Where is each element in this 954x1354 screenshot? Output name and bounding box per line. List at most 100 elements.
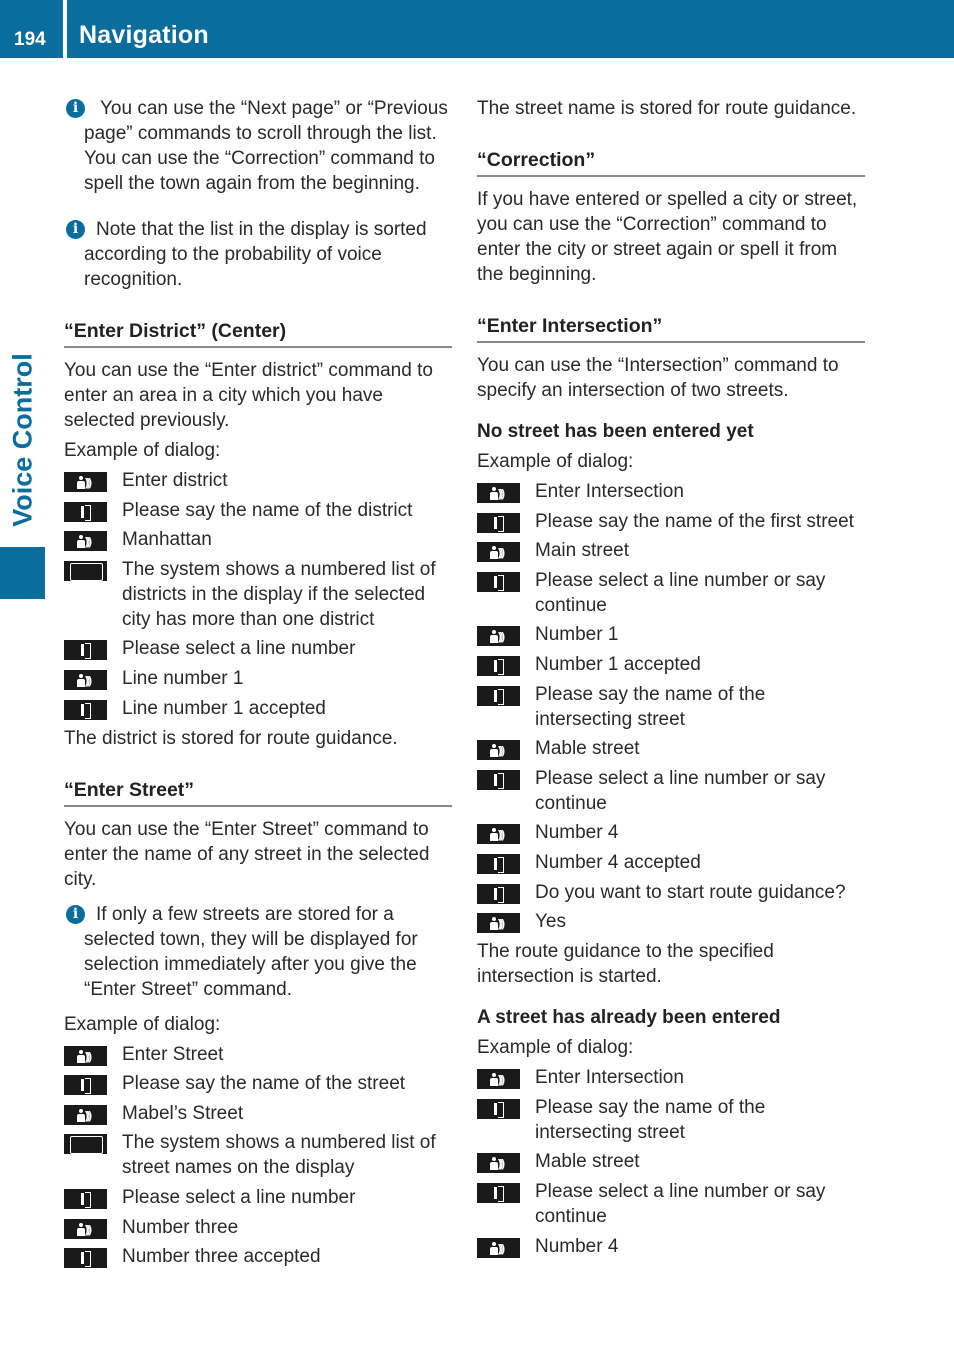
display-icon [64, 560, 107, 581]
voice-command-icon [64, 1218, 107, 1243]
voice-command-icon [477, 912, 520, 937]
paragraph: The street name is stored for route guid… [477, 98, 857, 119]
dialog-line: Number 1 [477, 622, 865, 650]
paragraph: You can use the “Enter district” command… [64, 360, 433, 431]
dialog-text: Main street [535, 540, 629, 562]
speaker-icon [477, 512, 520, 533]
side-tab-label: Voice Control [7, 353, 37, 527]
paragraph: You can use the “Enter Street” command t… [64, 818, 430, 890]
dialog-line: Mabel’s Street [64, 1101, 452, 1129]
dialog-text: Mable street [535, 738, 640, 760]
section-heading-enter-district: “Enter District” (Center) [64, 319, 452, 348]
voice-command-icon [477, 1237, 520, 1262]
speaker-icon [477, 685, 520, 706]
dialog-text: Line number 1 [122, 667, 244, 689]
paragraph: The district is stored for route guidanc… [64, 727, 398, 749]
dialog-text: Please select a line number or say conti… [535, 1180, 826, 1227]
dialog-text: Please select a line number [122, 1186, 356, 1208]
dialog-line: Number 4 [477, 1234, 865, 1262]
dialog-line: Line number 1 [64, 666, 452, 694]
paragraph: The route guidance to the specified inte… [477, 941, 774, 988]
voice-command-icon [477, 1068, 520, 1093]
dialog-text: Number 4 [535, 1235, 619, 1257]
dialog-line: Please say the name of the intersecting … [477, 1095, 865, 1145]
voice-command-icon [477, 823, 520, 848]
voice-command-icon [477, 625, 520, 650]
dialog-line: Yes [477, 909, 865, 937]
dialog-line: Do you want to start route guidance? [477, 880, 865, 905]
info-icon: i [66, 220, 85, 239]
dialog-text: Please say the name of the intersecting … [535, 683, 766, 730]
dialog-line: The system shows a numbered list of stre… [64, 1130, 452, 1180]
dialog-line: Number 4 [477, 820, 865, 848]
dialog-text: Number 1 [535, 624, 619, 646]
info-note: i Note that the list in the display is s… [64, 217, 452, 292]
dialog-text: Please select a line number [122, 638, 356, 660]
subheading: No street has been entered yet [477, 421, 754, 442]
dialog-text: Mabel’s Street [122, 1102, 244, 1124]
section-heading-enter-intersection: “Enter Intersection” [477, 314, 865, 343]
voice-command-icon [477, 1152, 520, 1177]
dialog-line: Please select a line number or say conti… [477, 766, 865, 816]
info-note: i You can use the “Next page” or “Previo… [64, 96, 452, 196]
dialog-line: Please say the name of the street [64, 1071, 452, 1096]
dialog-text: Do you want to start route guidance? [535, 881, 846, 903]
dialog-line: Manhattan [64, 527, 452, 555]
voice-command-icon [64, 471, 107, 496]
page-header: 194 Navigation [0, 0, 954, 58]
side-tab: Voice Control [0, 340, 45, 540]
dialog-line: Please select a line number or say conti… [477, 1179, 865, 1229]
dialog-text: Manhattan [122, 529, 212, 551]
right-column: The street name is stored for route guid… [477, 96, 865, 1263]
voice-command-icon [64, 1045, 107, 1070]
dialog-line: Please say the name of the first street [477, 509, 865, 534]
dialog-text: Number three [122, 1216, 239, 1238]
dialog-line: Number 4 accepted [477, 850, 865, 875]
info-icon: i [66, 904, 85, 924]
dialog-line: Please select a line number [64, 636, 452, 661]
dialog-line: Mable street [477, 736, 865, 764]
voice-command-icon [64, 669, 107, 694]
dialog-text: Please select a line number or say conti… [535, 569, 826, 616]
voice-command-icon [477, 482, 520, 507]
dialog-text: Number 4 accepted [535, 851, 701, 873]
info-text: If only a few streets are stored for a s… [84, 903, 418, 1000]
dialog-line: The system shows a numbered list of dist… [64, 557, 452, 632]
speaker-icon [64, 501, 107, 522]
dialog-line: Number 1 accepted [477, 652, 865, 677]
dialog-text: Enter Intersection [535, 1067, 684, 1089]
dialog-list: Enter Intersection Please say the name of… [477, 479, 865, 937]
dialog-line: Please say the name of the district [64, 498, 452, 523]
dialog-list: Enter Street Please say the name of the s… [64, 1042, 452, 1270]
speaker-icon [477, 853, 520, 874]
dialog-text: Yes [535, 911, 566, 933]
dialog-list: Enter district Please say the name of the… [64, 468, 452, 721]
example-label: Example of dialog: [64, 440, 221, 461]
dialog-line: Enter Intersection [477, 1065, 865, 1093]
info-note: i If only a few streets are stored for a… [64, 902, 452, 1002]
speaker-icon [477, 769, 520, 790]
voice-command-icon [477, 739, 520, 764]
dialog-text: Please say the name of the first street [535, 510, 854, 532]
dialog-line: Enter district [64, 468, 452, 496]
info-text: Note that the list in the display is sor… [84, 219, 427, 290]
dialog-line: Please select a line number [64, 1185, 452, 1210]
paragraph: If you have entered or spelled a city or… [477, 189, 858, 285]
dialog-text: Line number 1 accepted [122, 697, 326, 719]
dialog-text: Enter district [122, 470, 228, 491]
dialog-line: Line number 1 accepted [64, 696, 452, 721]
speaker-icon [477, 883, 520, 904]
dialog-text: Enter Street [122, 1043, 224, 1065]
dialog-text: Please say the name of the intersecting … [535, 1096, 766, 1143]
voice-command-icon [64, 530, 107, 555]
paragraph: You can use the “Intersection” command t… [477, 355, 839, 401]
dialog-line: Number three [64, 1215, 452, 1243]
dialog-line: Main street [477, 538, 865, 566]
dialog-line: Enter Street [64, 1042, 452, 1070]
dialog-text: The system shows a numbered list of dist… [122, 558, 436, 630]
subheading: A street has already been entered [477, 1007, 781, 1029]
dialog-text: Please select a line number or say conti… [535, 767, 826, 814]
info-icon: i [66, 99, 85, 118]
speaker-icon [477, 571, 520, 592]
speaker-icon [64, 1248, 107, 1269]
